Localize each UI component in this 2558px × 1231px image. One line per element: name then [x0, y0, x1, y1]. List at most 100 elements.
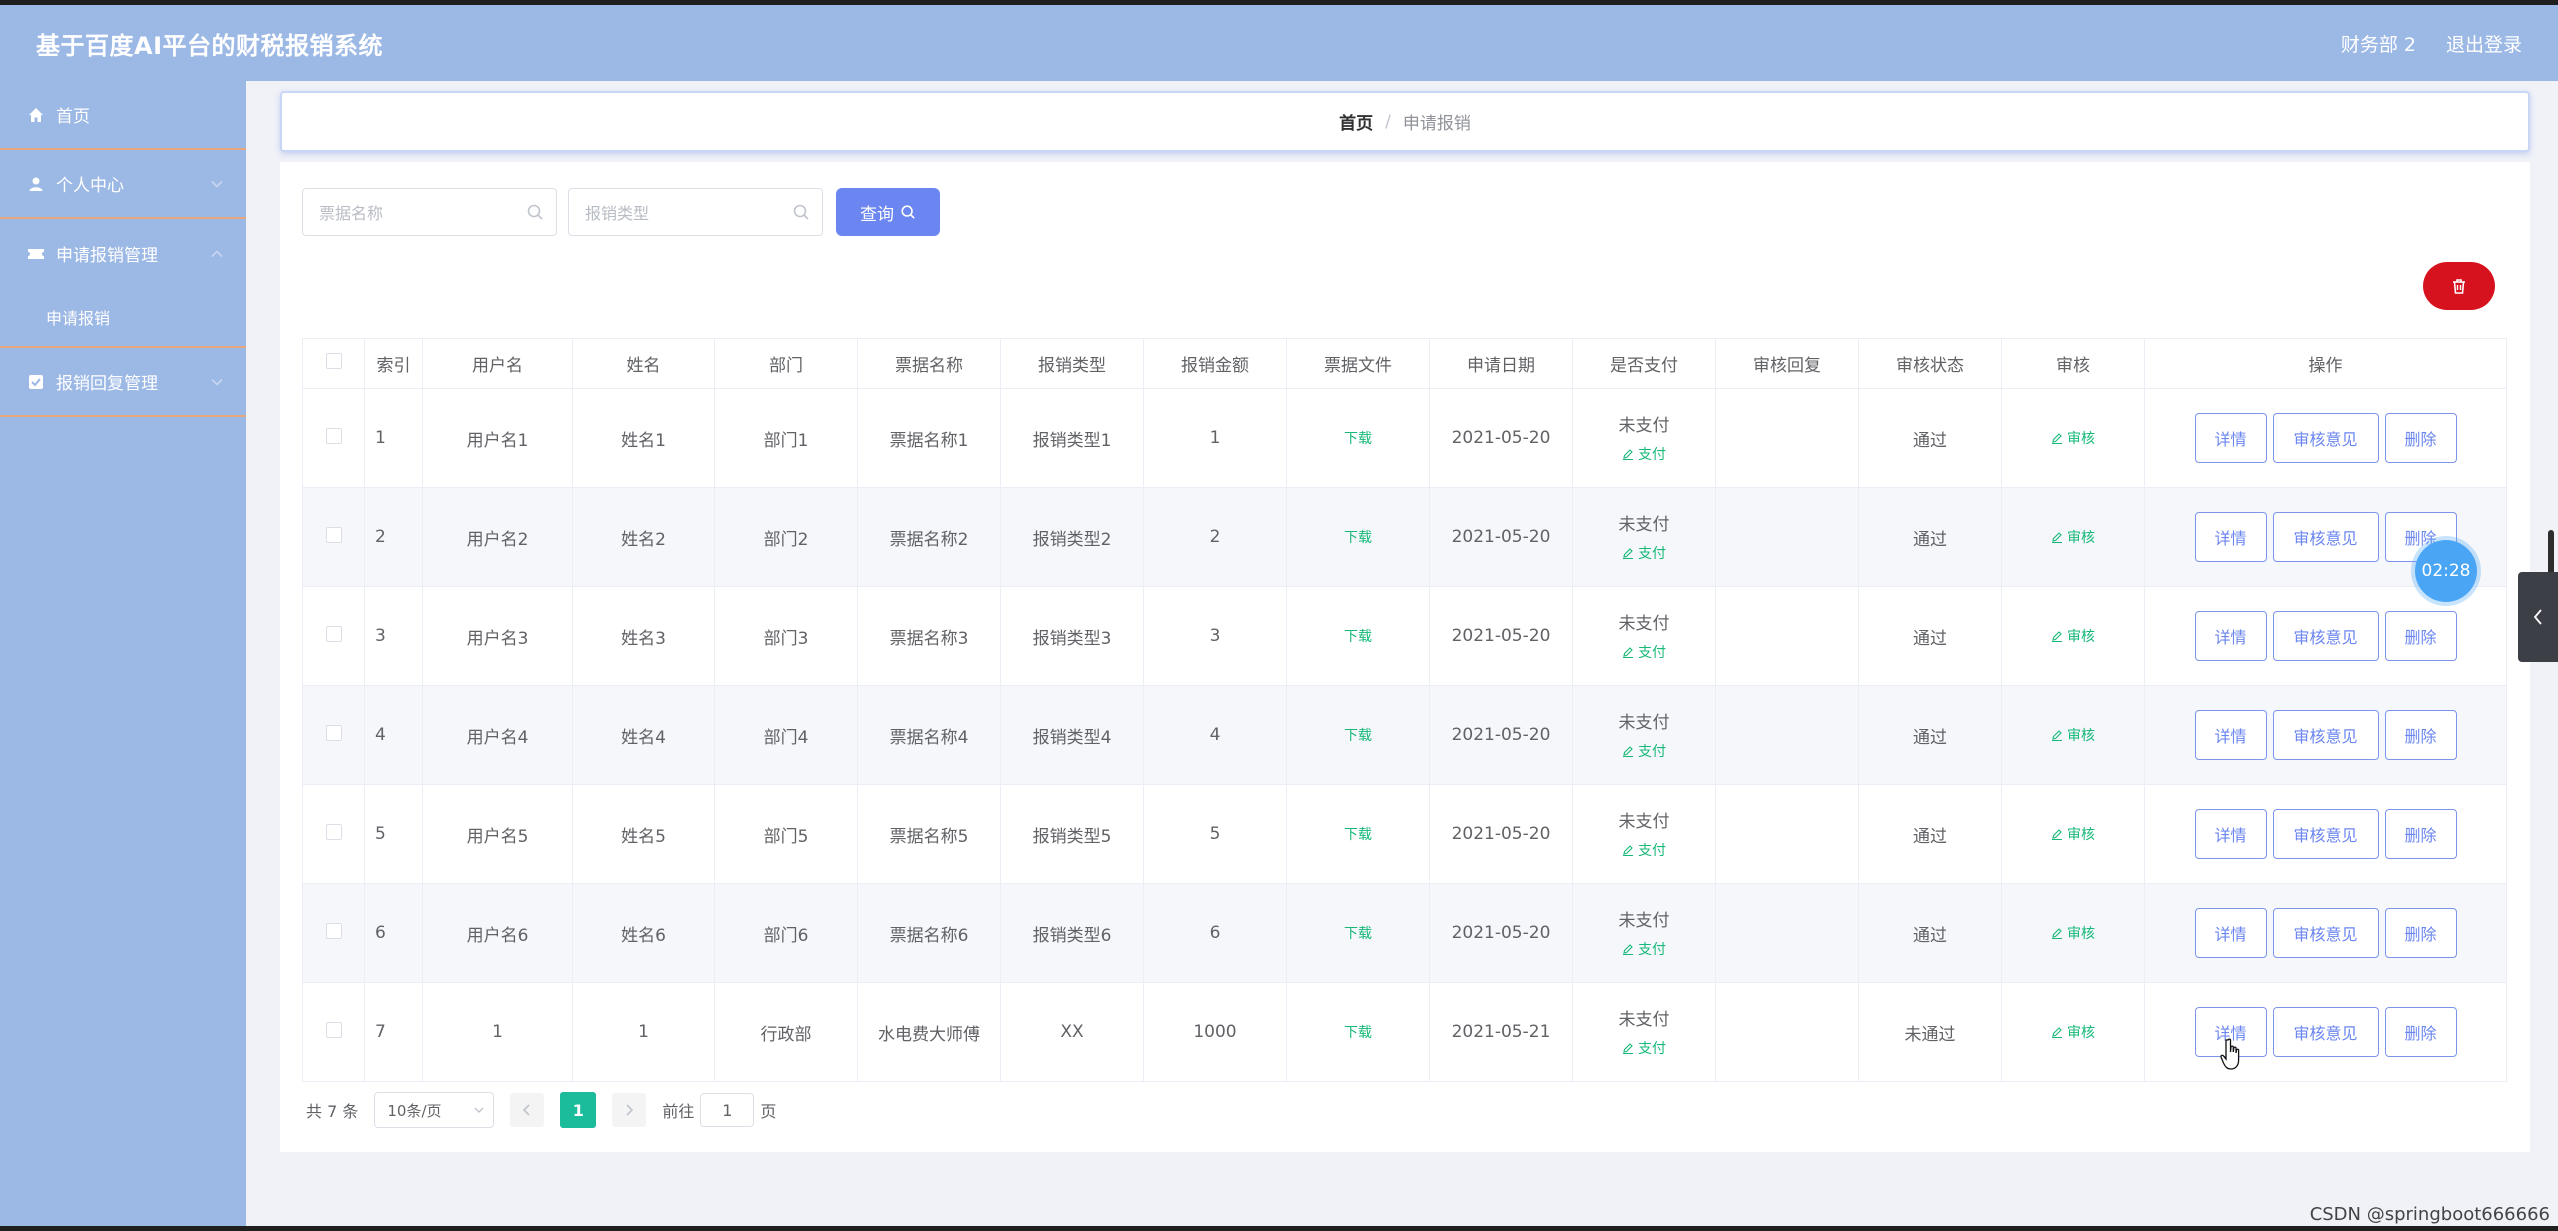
select-all-checkbox-cell[interactable] [302, 338, 365, 389]
delete-button[interactable]: 删除 [2384, 413, 2457, 463]
audit-opinion-button[interactable]: 审核意见 [2272, 809, 2379, 859]
detail-button[interactable]: 详情 [2194, 710, 2267, 760]
pay-link[interactable]: 支付 [1622, 840, 1666, 860]
detail-button[interactable]: 详情 [2194, 413, 2267, 463]
detail-button[interactable]: 详情 [2194, 611, 2267, 661]
row-checkbox-cell[interactable] [302, 883, 365, 983]
reimburse-type-search-input[interactable]: 报销类型 [568, 188, 823, 236]
page-size-select[interactable]: 10条/页 [374, 1092, 495, 1128]
cell-audit-status: 未通过 [1858, 982, 2002, 1082]
audit-link[interactable]: 审核 [2051, 527, 2095, 547]
payment-status: 未支付 [1618, 416, 1670, 436]
pay-link[interactable]: 支付 [1622, 444, 1666, 464]
download-link[interactable]: 下载 [1344, 431, 1372, 447]
edit-icon [1623, 1043, 1633, 1054]
bill-name-placeholder: 票据名称 [319, 204, 384, 223]
sidebar-item-personal-center[interactable]: 个人中心 [0, 150, 246, 219]
pay-link-label: 支付 [1638, 1041, 1666, 1057]
row-checkbox-cell[interactable] [302, 685, 365, 785]
delete-button[interactable]: 删除 [2384, 908, 2457, 958]
cell-audit-reply [1715, 388, 1859, 488]
goto-page-input[interactable]: 1 [700, 1093, 755, 1127]
cell-username: 1 [422, 982, 573, 1082]
row-checkbox[interactable] [325, 427, 342, 444]
download-link[interactable]: 下载 [1344, 827, 1372, 843]
cell-index: 7 [364, 982, 423, 1082]
audit-link[interactable]: 审核 [2051, 428, 2095, 448]
cell-apply-date: 2021-05-20 [1429, 784, 1573, 884]
audit-opinion-button[interactable]: 审核意见 [2272, 611, 2379, 661]
batch-delete-button[interactable] [2423, 262, 2495, 310]
row-checkbox-cell[interactable] [302, 784, 365, 884]
chevron-up-icon [211, 249, 223, 257]
row-checkbox[interactable] [325, 922, 342, 939]
sidebar-subitem-apply-reimburse[interactable]: 申请报销 [0, 288, 246, 348]
next-page-button[interactable] [612, 1093, 647, 1127]
breadcrumb-home[interactable]: 首页 [1339, 109, 1373, 134]
side-panel-toggle[interactable] [2518, 572, 2558, 662]
search-icon [901, 205, 915, 219]
column-header: 用户名 [422, 338, 573, 389]
audit-opinion-button[interactable]: 审核意见 [2272, 710, 2379, 760]
audit-link[interactable]: 审核 [2051, 824, 2095, 844]
row-checkbox-cell[interactable] [302, 586, 365, 686]
cell-name: 姓名2 [572, 487, 715, 587]
audit-opinion-button[interactable]: 审核意见 [2272, 512, 2379, 562]
row-checkbox[interactable] [325, 823, 342, 840]
download-link[interactable]: 下载 [1344, 728, 1372, 744]
row-checkbox-cell[interactable] [302, 982, 365, 1082]
cell-payment: 未支付 支付 [1572, 784, 1716, 884]
select-all-checkbox[interactable] [325, 353, 342, 369]
pay-link[interactable]: 支付 [1622, 543, 1666, 563]
download-link[interactable]: 下载 [1344, 530, 1372, 546]
pay-link[interactable]: 支付 [1622, 939, 1666, 959]
cell-audit-status: 通过 [1858, 685, 2002, 785]
delete-button[interactable]: 删除 [2384, 1007, 2457, 1057]
download-link[interactable]: 下载 [1344, 1025, 1372, 1041]
sidebar-item-reimburse-manage[interactable]: 申请报销管理 [0, 219, 246, 288]
row-checkbox[interactable] [325, 724, 342, 741]
detail-button[interactable]: 详情 [2194, 809, 2267, 859]
row-checkbox[interactable] [325, 625, 342, 642]
table-row: 5 用户名5 姓名5 部门5 票据名称5 报销类型5 5 下载 2021-05-20 未支付 支付通… [302, 784, 2507, 884]
delete-button[interactable]: 删除 [2384, 611, 2457, 661]
audit-link[interactable]: 审核 [2051, 725, 2095, 745]
query-button[interactable]: 查询 [836, 188, 940, 236]
row-checkbox[interactable] [325, 526, 342, 543]
edit-icon [1623, 449, 1633, 460]
edit-icon [2052, 432, 2062, 444]
logout-link[interactable]: 退出登录 [2446, 30, 2522, 57]
delete-button[interactable]: 删除 [2384, 710, 2457, 760]
edit-icon [1623, 746, 1633, 757]
audit-opinion-button[interactable]: 审核意见 [2272, 908, 2379, 958]
cell-operations: 详情 审核意见 删除 [2144, 883, 2507, 983]
audit-link[interactable]: 审核 [2051, 1022, 2095, 1042]
download-link[interactable]: 下载 [1344, 629, 1372, 645]
detail-button[interactable]: 详情 [2194, 512, 2267, 562]
audit-opinion-button[interactable]: 审核意见 [2272, 413, 2379, 463]
column-header: 索引 [364, 338, 423, 389]
page-number-current[interactable]: 1 [560, 1092, 597, 1128]
row-checkbox[interactable] [325, 1021, 342, 1038]
cell-audit: 审核 [2001, 982, 2145, 1082]
bill-name-search-input[interactable]: 票据名称 [302, 188, 557, 236]
row-checkbox-cell[interactable] [302, 388, 365, 488]
detail-button[interactable]: 详情 [2194, 908, 2267, 958]
current-user[interactable]: 财务部 2 [2341, 30, 2416, 57]
sidebar-item-reply-manage[interactable]: 报销回复管理 [0, 348, 246, 417]
prev-page-button[interactable] [510, 1093, 545, 1127]
bottom-border [0, 1226, 2558, 1231]
audit-link[interactable]: 审核 [2051, 923, 2095, 943]
row-checkbox-cell[interactable] [302, 487, 365, 587]
sidebar-item-home[interactable]: 首页 [0, 81, 246, 150]
pay-link[interactable]: 支付 [1622, 1038, 1666, 1058]
download-link[interactable]: 下载 [1344, 926, 1372, 942]
cell-audit: 审核 [2001, 586, 2145, 686]
pay-link[interactable]: 支付 [1622, 642, 1666, 662]
cell-payment: 未支付 支付 [1572, 685, 1716, 785]
delete-button[interactable]: 删除 [2384, 809, 2457, 859]
cell-payment: 未支付 支付 [1572, 388, 1716, 488]
pay-link[interactable]: 支付 [1622, 741, 1666, 761]
audit-opinion-button[interactable]: 审核意见 [2272, 1007, 2379, 1057]
audit-link[interactable]: 审核 [2051, 626, 2095, 646]
